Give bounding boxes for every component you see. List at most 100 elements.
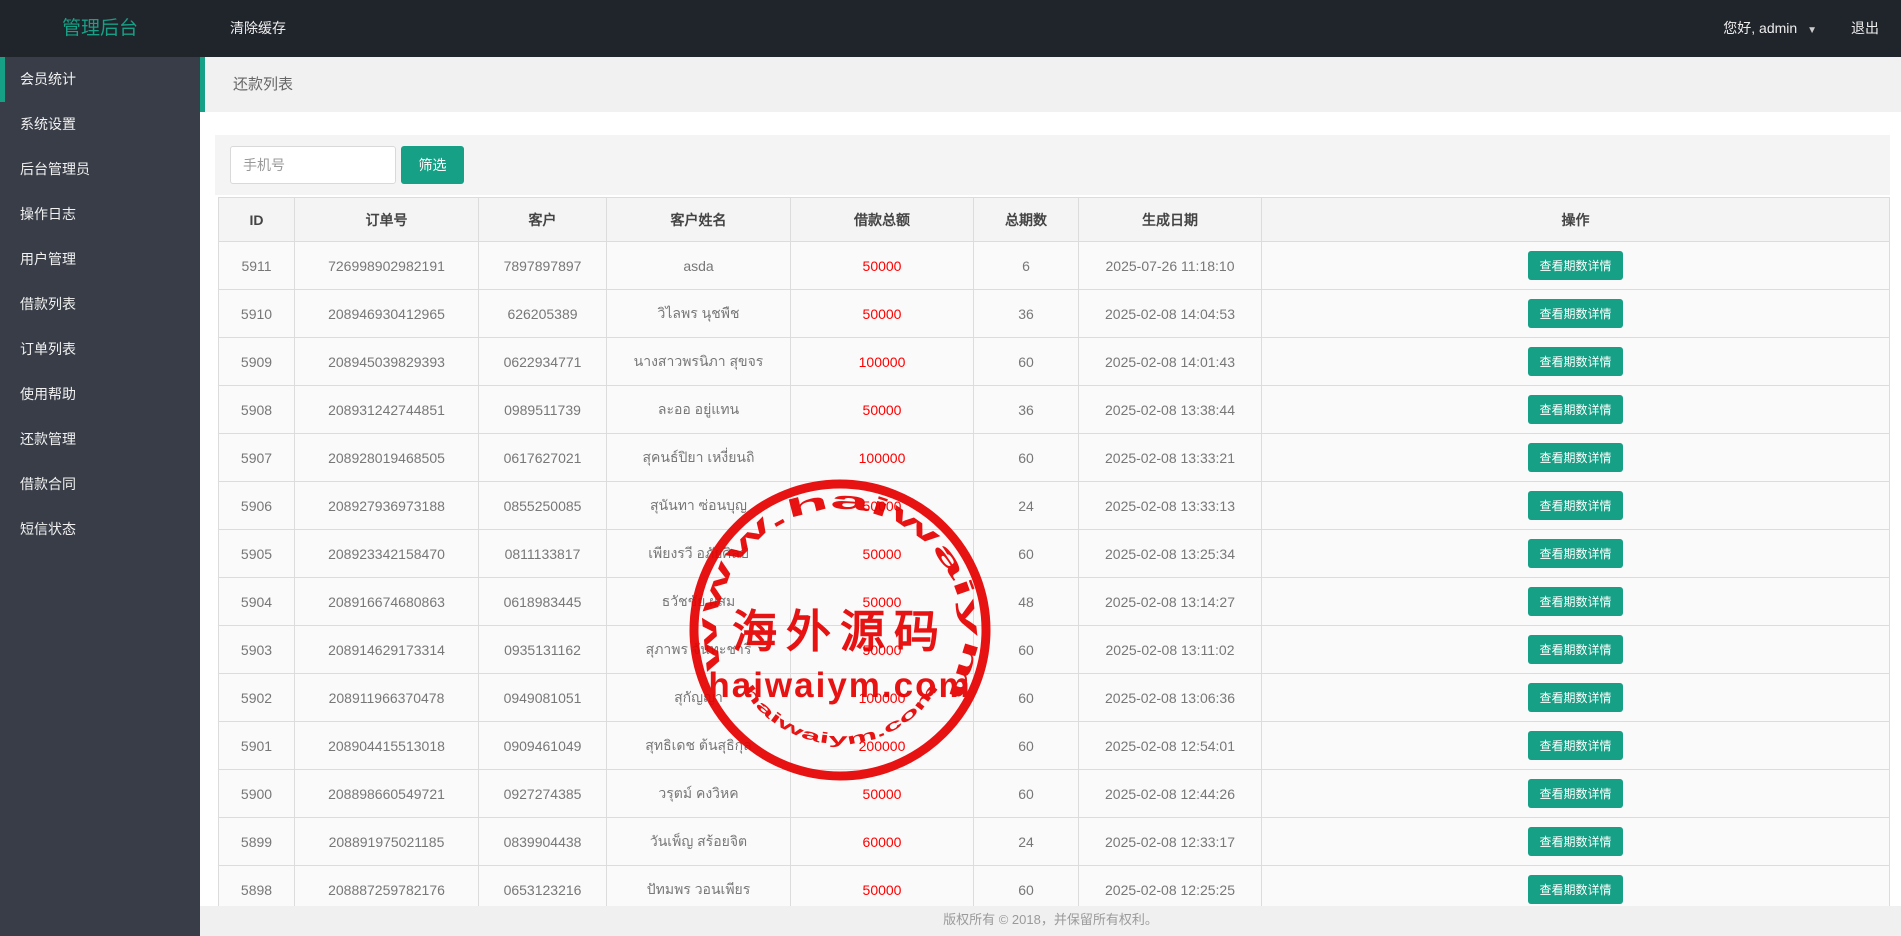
view-periods-button[interactable]: 查看期数详情 (1528, 539, 1622, 568)
table-row: 59002088986605497210927274385วรุตม์ คงวิ… (219, 770, 1890, 818)
row-periods: 60 (974, 626, 1079, 674)
row-id: 5908 (219, 386, 295, 434)
row-date: 2025-02-08 12:54:01 (1079, 722, 1262, 770)
table-row: 59042089166746808630618983445ธวัชชัย ผสม… (219, 578, 1890, 626)
row-customer: 0617627021 (479, 434, 607, 482)
row-customer-name: asda (607, 242, 791, 290)
row-actions: 查看期数详情 (1262, 626, 1890, 674)
sidebar-item-7[interactable]: 使用帮助 (0, 372, 200, 417)
row-amount: 200000 (791, 722, 974, 770)
sidebar-item-1[interactable]: 系统设置 (0, 102, 200, 147)
sidebar-item-6[interactable]: 订单列表 (0, 327, 200, 372)
table-row: 58992088919750211850839904438วันเพ็ญ สร้… (219, 818, 1890, 866)
view-periods-button[interactable]: 查看期数详情 (1528, 251, 1622, 280)
table-row: 59082089312427448510989511739ละออ อยู่แท… (219, 386, 1890, 434)
phone-search-input[interactable] (230, 146, 396, 184)
sidebar-item-4[interactable]: 用户管理 (0, 237, 200, 282)
page-title: 还款列表 (233, 57, 293, 112)
row-date: 2025-02-08 12:33:17 (1079, 818, 1262, 866)
view-periods-button[interactable]: 查看期数详情 (1528, 779, 1622, 808)
sidebar-item-8[interactable]: 还款管理 (0, 417, 200, 462)
row-order-no: 208891975021185 (295, 818, 479, 866)
row-date: 2025-02-08 12:44:26 (1079, 770, 1262, 818)
row-periods: 24 (974, 482, 1079, 530)
table-row: 59092089450398293930622934771นางสาวพรนิภ… (219, 338, 1890, 386)
row-customer: 0935131162 (479, 626, 607, 674)
sidebar-item-0[interactable]: 会员统计 (0, 57, 200, 102)
row-customer-name: สุภาพร จันทะชารี (607, 626, 791, 674)
row-customer-name: สุกัญญา (607, 674, 791, 722)
row-date: 2025-02-08 14:04:53 (1079, 290, 1262, 338)
row-customer: 0839904438 (479, 818, 607, 866)
row-id: 5901 (219, 722, 295, 770)
logout-button[interactable]: 退出 (1851, 0, 1879, 57)
row-actions: 查看期数详情 (1262, 770, 1890, 818)
row-customer: 0622934771 (479, 338, 607, 386)
view-periods-button[interactable]: 查看期数详情 (1528, 731, 1622, 760)
view-periods-button[interactable]: 查看期数详情 (1528, 395, 1622, 424)
row-id: 5911 (219, 242, 295, 290)
row-date: 2025-07-26 11:18:10 (1079, 242, 1262, 290)
column-header: 生成日期 (1079, 198, 1262, 242)
sidebar-item-10[interactable]: 短信状态 (0, 507, 200, 552)
row-date: 2025-02-08 13:33:21 (1079, 434, 1262, 482)
clear-cache-button[interactable]: 清除缓存 (220, 0, 296, 57)
row-date: 2025-02-08 13:33:13 (1079, 482, 1262, 530)
row-customer-name: วรุตม์ คงวิหค (607, 770, 791, 818)
view-periods-button[interactable]: 查看期数详情 (1528, 827, 1622, 856)
row-amount: 50000 (791, 578, 974, 626)
row-actions: 查看期数详情 (1262, 290, 1890, 338)
row-periods: 60 (974, 770, 1079, 818)
app-brand[interactable]: 管理后台 (0, 0, 200, 57)
row-periods: 60 (974, 338, 1079, 386)
user-menu[interactable]: 您好, admin ▼ (1723, 0, 1817, 57)
view-periods-button[interactable]: 查看期数详情 (1528, 347, 1622, 376)
row-customer-name: ธวัชชัย ผสม (607, 578, 791, 626)
row-actions: 查看期数详情 (1262, 482, 1890, 530)
row-id: 5900 (219, 770, 295, 818)
sidebar-nav: 会员统计系统设置后台管理员操作日志用户管理借款列表订单列表使用帮助还款管理借款合… (0, 57, 200, 936)
row-customer-name: นางสาวพรนิภา สุขจร (607, 338, 791, 386)
row-actions: 查看期数详情 (1262, 722, 1890, 770)
row-customer: 0949081051 (479, 674, 607, 722)
row-customer: 7897897897 (479, 242, 607, 290)
view-periods-button[interactable]: 查看期数详情 (1528, 683, 1622, 712)
row-id: 5899 (219, 818, 295, 866)
row-amount: 50000 (791, 242, 974, 290)
view-periods-button[interactable]: 查看期数详情 (1528, 587, 1622, 616)
table-row: 59117269989029821917897897897asda5000062… (219, 242, 1890, 290)
row-order-no: 208945039829393 (295, 338, 479, 386)
view-periods-button[interactable]: 查看期数详情 (1528, 491, 1622, 520)
table-row: 5910208946930412965626205389วิไลพร นุชพื… (219, 290, 1890, 338)
table-header-row: ID订单号客户客户姓名借款总额总期数生成日期操作 (219, 198, 1890, 242)
sidebar-item-3[interactable]: 操作日志 (0, 192, 200, 237)
table-row: 59062089279369731880855250085สุนันทา ซ่อ… (219, 482, 1890, 530)
row-customer: 626205389 (479, 290, 607, 338)
sidebar-item-9[interactable]: 借款合同 (0, 462, 200, 507)
view-periods-button[interactable]: 查看期数详情 (1528, 299, 1622, 328)
row-date: 2025-02-08 14:01:43 (1079, 338, 1262, 386)
view-periods-button[interactable]: 查看期数详情 (1528, 875, 1622, 904)
filter-button[interactable]: 筛选 (401, 146, 464, 184)
row-amount: 100000 (791, 674, 974, 722)
row-periods: 60 (974, 434, 1079, 482)
row-order-no: 208923342158470 (295, 530, 479, 578)
row-date: 2025-02-08 13:14:27 (1079, 578, 1262, 626)
breadcrumb: 还款列表 (200, 57, 1901, 112)
table-row: 59072089280194685050617627021สุคนธ์ปิยา … (219, 434, 1890, 482)
view-periods-button[interactable]: 查看期数详情 (1528, 635, 1622, 664)
row-customer: 0927274385 (479, 770, 607, 818)
view-periods-button[interactable]: 查看期数详情 (1528, 443, 1622, 472)
row-order-no: 208927936973188 (295, 482, 479, 530)
filter-panel: 筛选 (215, 135, 1890, 195)
row-actions: 查看期数详情 (1262, 530, 1890, 578)
row-customer-name: สุนันทา ซ่อนบุญ (607, 482, 791, 530)
row-actions: 查看期数详情 (1262, 434, 1890, 482)
row-amount: 50000 (791, 386, 974, 434)
row-periods: 6 (974, 242, 1079, 290)
sidebar-item-2[interactable]: 后台管理员 (0, 147, 200, 192)
row-customer: 0811133817 (479, 530, 607, 578)
row-customer: 0909461049 (479, 722, 607, 770)
sidebar-item-5[interactable]: 借款列表 (0, 282, 200, 327)
footer-copyright: 版权所有 © 2018，并保留所有权利。 (200, 906, 1901, 936)
